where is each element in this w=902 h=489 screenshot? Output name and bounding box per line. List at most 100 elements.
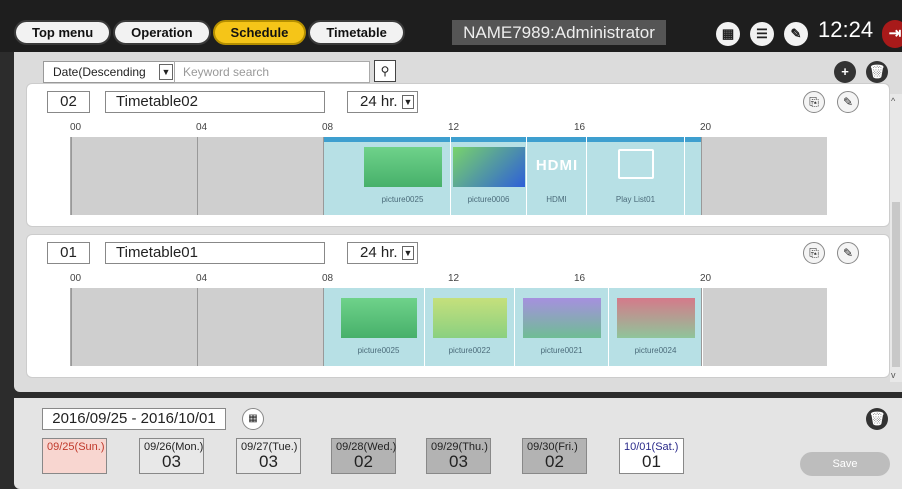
- schedule-item[interactable]: picture0022: [425, 288, 515, 366]
- search-icon[interactable]: ⚲: [374, 60, 396, 82]
- ruler-label: 08: [322, 122, 334, 133]
- content-thumbnail: [617, 298, 695, 338]
- user-name: NAME7989:Administrator: [452, 20, 666, 45]
- timetable-name[interactable]: Timetable01: [105, 242, 325, 264]
- timetable-number[interactable]: 02: [47, 91, 90, 113]
- schedule-item[interactable]: picture0025: [355, 137, 451, 215]
- copy-icon[interactable]: ⎘: [803, 91, 825, 113]
- trash-icon[interactable]: 🗑: [866, 61, 888, 83]
- hdmi-icon: HDMI: [535, 157, 579, 174]
- ruler-label: 08: [322, 273, 334, 284]
- app-window: Top menu Operation Schedule Timetable NA…: [0, 0, 902, 489]
- schedule-item[interactable]: picture0024: [609, 288, 703, 366]
- day-label: 09/25(Sun.): [47, 441, 105, 453]
- chevron-up-icon[interactable]: ^: [891, 96, 895, 106]
- chevron-down-icon: ▼: [402, 95, 414, 109]
- tick: [323, 137, 324, 215]
- content-thumbnail: [453, 147, 525, 187]
- schedule-item[interactable]: picture0025: [333, 288, 425, 366]
- playlist-icon: [618, 149, 654, 179]
- tick: [71, 288, 72, 366]
- day-cell[interactable]: 10/01(Sat.) 01: [619, 438, 684, 474]
- edit-icon[interactable]: ✎: [837, 242, 859, 264]
- add-icon[interactable]: +: [834, 61, 856, 83]
- day-cell[interactable]: 09/28(Wed.) 02: [331, 438, 396, 474]
- item-label: picture0021: [540, 346, 583, 355]
- item-label: Play List01: [615, 195, 656, 204]
- logout-icon[interactable]: ⇥: [882, 20, 902, 48]
- hour-mode-value: 24 hr.: [360, 244, 398, 261]
- edit-icon[interactable]: ✎: [837, 91, 859, 113]
- ruler-label: 16: [574, 122, 586, 133]
- sort-value: Date(Descending: [53, 65, 146, 79]
- day-cell[interactable]: 09/25(Sun.): [42, 438, 107, 474]
- tick: [323, 288, 324, 366]
- time-ruler: 00 04 08 12 16 20: [27, 273, 891, 287]
- tab-operation[interactable]: Operation: [113, 20, 211, 45]
- day-timetable-number: 01: [642, 452, 661, 471]
- timetable-list-panel: Date(Descending ▼ Keyword search ⚲ + 🗑 0…: [14, 52, 902, 392]
- ruler-label: 00: [70, 122, 82, 133]
- item-label: picture0006: [467, 195, 510, 204]
- calendar-icon[interactable]: ▦: [716, 22, 740, 46]
- ruler-label: 12: [448, 122, 460, 133]
- day-timetable-number: 03: [259, 452, 278, 471]
- hour-mode-value: 24 hr.: [360, 93, 398, 110]
- day-cell[interactable]: 09/30(Fri.) 02: [522, 438, 587, 474]
- timeline-track[interactable]: picture0025 picture0006 HDMI HDMI Play L…: [70, 137, 827, 215]
- hour-mode-select[interactable]: 24 hr. ▼: [347, 242, 418, 264]
- wrench-icon[interactable]: ✎: [784, 22, 808, 46]
- ruler-label: 20: [700, 122, 712, 133]
- top-bar: Top menu Operation Schedule Timetable NA…: [0, 0, 902, 52]
- timetable-card: 01 Timetable01 24 hr. ▼ ⎘ ✎ 00 04 08 12 1…: [26, 234, 890, 378]
- content-thumbnail: [523, 298, 601, 338]
- chevron-down-icon: ▼: [159, 64, 173, 80]
- sort-select[interactable]: Date(Descending ▼: [43, 61, 176, 83]
- ruler-label: 04: [196, 122, 208, 133]
- day-timetable-number: 02: [545, 452, 564, 471]
- day-cell[interactable]: 09/26(Mon.) 03: [139, 438, 204, 474]
- timeline-track[interactable]: picture0025 picture0022 picture0021 pict…: [70, 288, 827, 366]
- search-input[interactable]: Keyword search: [174, 61, 370, 83]
- item-label: picture0022: [448, 346, 491, 355]
- timetable-name[interactable]: Timetable02: [105, 91, 325, 113]
- tab-schedule[interactable]: Schedule: [212, 20, 307, 45]
- chevron-down-icon[interactable]: v: [891, 370, 896, 380]
- tab-top-menu[interactable]: Top menu: [14, 20, 112, 45]
- ruler-label: 04: [196, 273, 208, 284]
- day-timetable-number: 02: [354, 452, 373, 471]
- tick: [197, 137, 198, 215]
- day-cell[interactable]: 09/27(Tue.) 03: [236, 438, 301, 474]
- chevron-down-icon: ▼: [402, 246, 414, 260]
- item-label: picture0024: [634, 346, 677, 355]
- item-label: picture0025: [381, 195, 424, 204]
- schedule-item[interactable]: picture0006: [451, 137, 527, 215]
- clock: 12:24: [818, 17, 874, 42]
- day-cell[interactable]: 09/29(Thu.) 03: [426, 438, 491, 474]
- item-label: picture0025: [357, 346, 400, 355]
- save-button[interactable]: Save: [800, 452, 890, 476]
- ruler-label: 12: [448, 273, 460, 284]
- tick: [701, 137, 702, 215]
- trash-icon[interactable]: 🗑: [866, 408, 888, 430]
- date-range[interactable]: 2016/09/25 - 2016/10/01: [42, 408, 226, 430]
- copy-icon[interactable]: ⎘: [803, 242, 825, 264]
- calendar-icon[interactable]: ▦: [242, 408, 264, 430]
- scrollbar[interactable]: ^ v: [890, 94, 902, 382]
- tab-timetable[interactable]: Timetable: [308, 20, 405, 45]
- time-ruler: 00 04 08 12 16 20: [27, 122, 891, 136]
- timetable-number[interactable]: 01: [47, 242, 90, 264]
- schedule-item[interactable]: HDMI HDMI: [527, 137, 587, 215]
- content-thumbnail: [433, 298, 507, 338]
- hour-mode-select[interactable]: 24 hr. ▼: [347, 91, 418, 113]
- scroll-thumb[interactable]: [892, 202, 900, 367]
- timetable-card: 02 Timetable02 24 hr. ▼ ⎘ ✎ 00 04 08 12 1…: [26, 83, 890, 227]
- day-timetable-number: 03: [162, 452, 181, 471]
- list-icon[interactable]: ☰: [750, 22, 774, 46]
- ruler-label: 16: [574, 273, 586, 284]
- tick: [71, 137, 72, 215]
- schedule-item[interactable]: Play List01: [587, 137, 685, 215]
- schedule-item[interactable]: picture0021: [515, 288, 609, 366]
- tick: [197, 288, 198, 366]
- content-thumbnail: [341, 298, 417, 338]
